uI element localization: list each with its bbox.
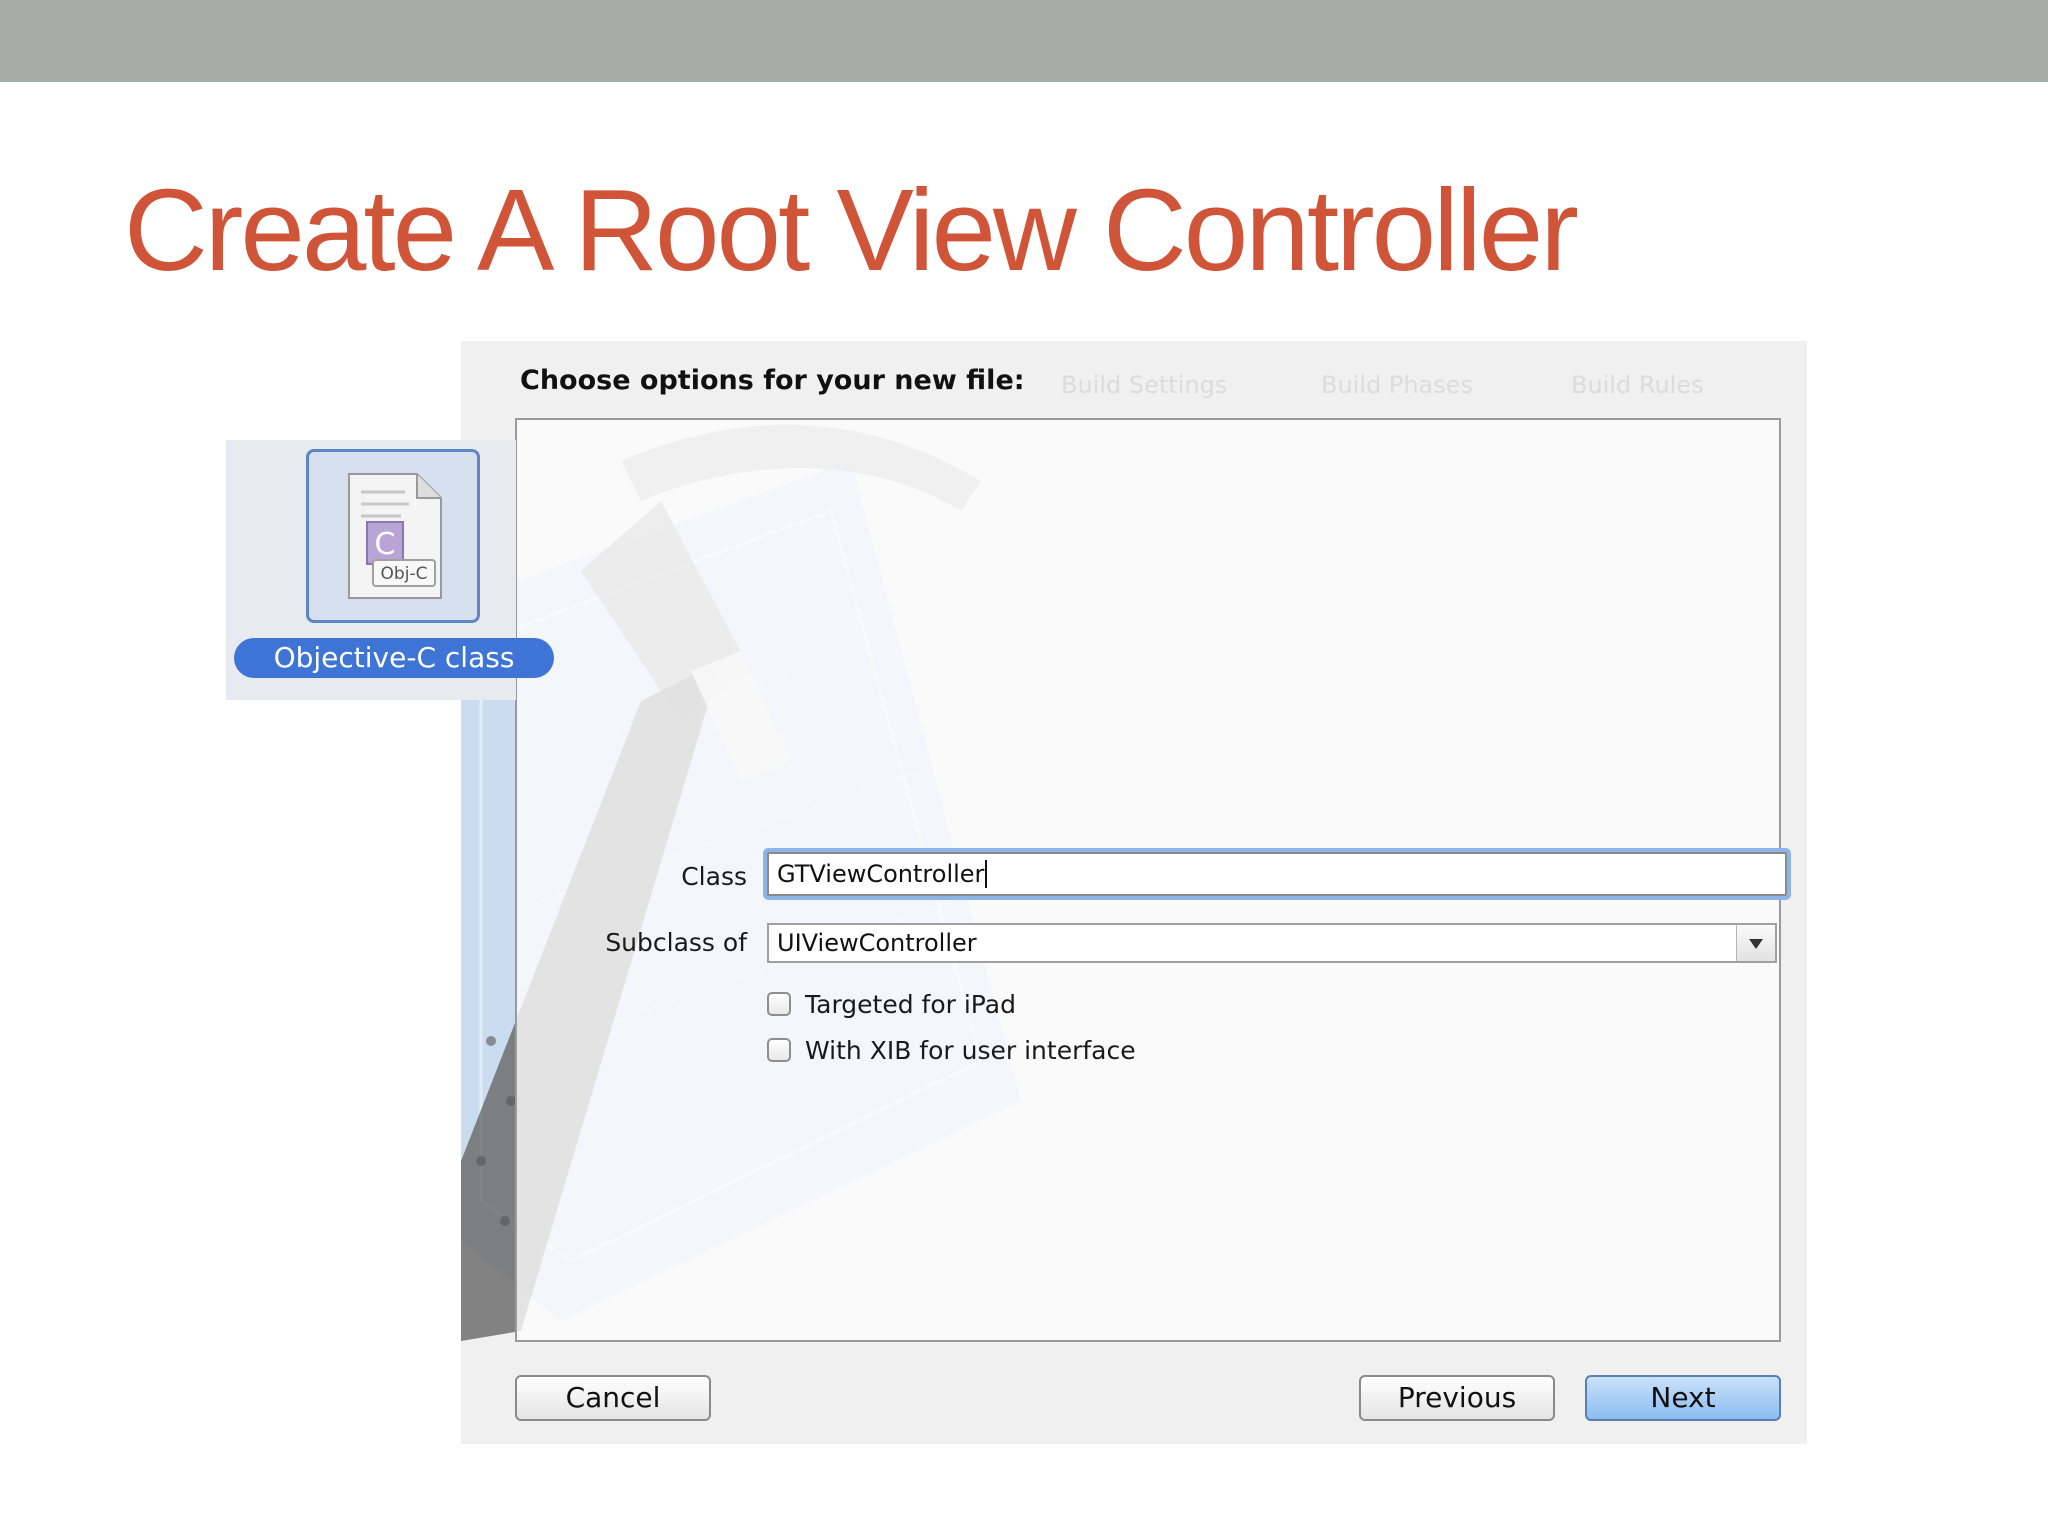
next-button[interactable]: Next — [1585, 1375, 1781, 1421]
subclass-value: UIViewController — [777, 929, 977, 957]
with-xib-label[interactable]: With XIB for user interface — [805, 1036, 1136, 1065]
targeted-for-ipad-checkbox[interactable] — [767, 992, 791, 1016]
objective-c-class-label[interactable]: Objective-C class — [234, 638, 554, 678]
class-label: Class — [681, 862, 747, 891]
new-file-options-dialog: Choose options for your new file: Build … — [461, 341, 1807, 1444]
subclass-select[interactable]: UIViewController — [767, 923, 1777, 963]
class-name-value: GTViewController — [777, 860, 985, 888]
targeted-for-ipad-label[interactable]: Targeted for iPad — [805, 990, 1016, 1019]
slide-title: Create A Root View Controller — [124, 165, 1579, 295]
objective-c-class-template[interactable]: C Obj-C — [306, 449, 480, 623]
background-tab: Build Rules — [1571, 371, 1704, 399]
options-content-panel: Class GTViewController Subclass of UIVie… — [515, 418, 1787, 1342]
background-tab: Build Phases — [1321, 371, 1474, 399]
template-icon-badge: Obj-C — [381, 564, 428, 584]
class-name-input[interactable]: GTViewController — [767, 852, 1787, 896]
previous-button[interactable]: Previous — [1359, 1375, 1555, 1421]
dialog-heading: Choose options for your new file: — [520, 365, 1025, 396]
objective-c-file-icon: C Obj-C — [348, 473, 442, 599]
text-cursor — [985, 860, 988, 888]
slide-top-bar — [0, 0, 2048, 82]
cancel-button[interactable]: Cancel — [515, 1375, 711, 1421]
subclass-label: Subclass of — [605, 928, 747, 957]
background-tab: Build Settings — [1061, 371, 1228, 399]
chevron-down-icon[interactable] — [1736, 925, 1775, 961]
template-icon-letter: C — [375, 527, 396, 562]
with-xib-checkbox[interactable] — [767, 1038, 791, 1062]
